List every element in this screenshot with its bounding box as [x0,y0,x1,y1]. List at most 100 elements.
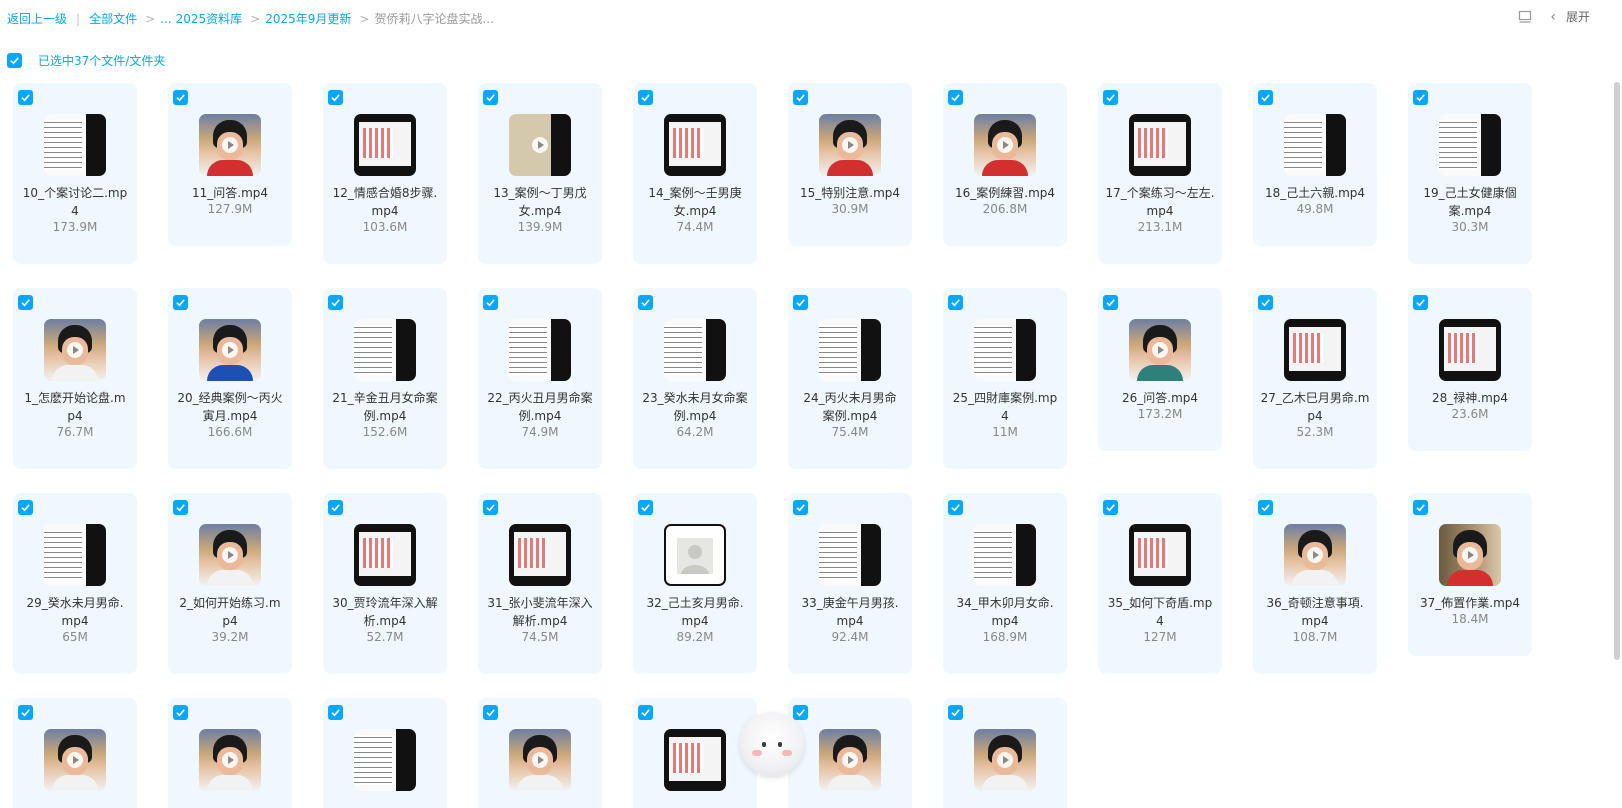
file-checkbox[interactable] [483,705,498,720]
file-checkbox[interactable] [18,295,33,310]
assistant-mascot-icon[interactable] [740,712,804,776]
file-checkbox[interactable] [18,90,33,105]
file-tile[interactable]: 36_奇顿注意事項. mp4 108.7M [1253,493,1377,674]
file-tile[interactable] [168,698,292,808]
selection-bar: 已选中37个文件/文件夹 [7,52,165,69]
file-checkbox[interactable] [483,90,498,105]
file-tile[interactable]: 35_如何下奇盾.mp 4 127M [1098,493,1222,674]
scrollbar[interactable] [1614,82,1620,660]
layout-toggle-icon[interactable] [1518,10,1532,24]
file-checkbox[interactable] [638,500,653,515]
file-tile[interactable]: 26_问答.mp4 173.2M [1098,288,1222,451]
file-checkbox[interactable] [1103,90,1118,105]
breadcrumb-month[interactable]: 2025年9月更新 [265,10,351,27]
file-tile[interactable]: 29_癸水未月男命. mp4 65M [13,493,137,674]
file-tile[interactable]: 18_己土六親.mp4 49.8M [1253,83,1377,246]
file-tile[interactable]: 37_佈置作業.mp4 18.4M [1408,493,1532,656]
file-tile[interactable]: 14_案例～壬男庚 女.mp4 74.4M [633,83,757,264]
file-checkbox[interactable] [483,500,498,515]
file-checkbox[interactable] [1258,295,1273,310]
file-tile[interactable]: 22_丙火丑月男命案 例.mp4 74.9M [478,288,602,469]
file-checkbox[interactable] [948,295,963,310]
chevron-left-icon[interactable]: ‹ [1550,9,1556,25]
file-tile[interactable] [943,698,1067,808]
file-tile[interactable]: 33_庚金午月男孩. mp4 92.4M [788,493,912,674]
file-name-line: 20_经典案例～丙火 [177,391,283,405]
breadcrumb-all-files[interactable]: 全部文件 [89,10,137,27]
file-name-line: 例.mp4 [673,409,717,423]
file-tile[interactable] [323,698,447,808]
file-checkbox[interactable] [173,90,188,105]
expand-button[interactable]: 展开 [1566,8,1590,25]
file-checkbox[interactable] [173,500,188,515]
file-name-line: 4 [1001,409,1009,423]
file-checkbox[interactable] [173,295,188,310]
mascot-cheek [782,750,792,756]
file-tile[interactable]: 2_如何开始练习.m p4 39.2M [168,493,292,674]
file-tile[interactable] [478,698,602,808]
file-checkbox[interactable] [18,705,33,720]
file-checkbox[interactable] [1413,295,1428,310]
file-checkbox[interactable] [638,705,653,720]
file-tile[interactable]: 17_个案练习～左左. mp4 213.1M [1098,83,1222,264]
file-tile[interactable]: 24_丙火未月男命 案例.mp4 75.4M [788,288,912,469]
file-name: 18_己土六親.mp4 [1257,184,1373,202]
file-checkbox[interactable] [328,500,343,515]
video-thumbnail [354,524,416,586]
file-tile[interactable]: 32_己土亥月男命. mp4 89.2M [633,493,757,674]
file-tile[interactable]: 15_特别注意.mp4 30.9M [788,83,912,246]
file-checkbox[interactable] [793,705,808,720]
file-size: 52.3M [1296,425,1334,439]
file-name: 21_辛金丑月女命案 例.mp4 [327,389,443,425]
file-tile[interactable]: 34_甲木卯月女命. mp4 168.9M [943,493,1067,674]
file-checkbox[interactable] [638,90,653,105]
file-checkbox[interactable] [1413,500,1428,515]
file-checkbox[interactable] [793,90,808,105]
select-all-checkbox[interactable] [7,53,22,68]
file-tile[interactable]: 20_经典案例～丙火 寅月.mp4 166.6M [168,288,292,469]
file-tile[interactable]: 1_怎麽开始论盘.m p4 76.7M [13,288,137,469]
file-checkbox[interactable] [328,90,343,105]
file-tile[interactable]: 27_乙木巳月男命.m p4 52.3M [1253,288,1377,469]
file-tile[interactable]: 13_案例～丁男戊 女.mp4 139.9M [478,83,602,264]
file-checkbox[interactable] [1413,90,1428,105]
file-checkbox[interactable] [1258,90,1273,105]
file-checkbox[interactable] [793,295,808,310]
file-checkbox[interactable] [793,500,808,515]
file-tile[interactable]: 16_案例練習.mp4 206.8M [943,83,1067,246]
check-icon [486,504,495,512]
file-checkbox[interactable] [638,295,653,310]
file-checkbox[interactable] [1103,500,1118,515]
file-tile[interactable]: 25_四財庫案例.mp 4 11M [943,288,1067,469]
file-tile[interactable] [633,698,757,808]
file-name: 16_案例練習.mp4 [947,184,1063,202]
file-checkbox[interactable] [173,705,188,720]
file-name-line: 例.mp4 [518,409,562,423]
back-link[interactable]: 返回上一级 [7,10,67,27]
file-tile[interactable] [788,698,912,808]
file-tile[interactable]: 23_癸水未月女命案 例.mp4 64.2M [633,288,757,469]
file-tile[interactable] [13,698,137,808]
file-checkbox[interactable] [328,295,343,310]
breadcrumb-ellipsis[interactable]: ... [160,12,171,26]
file-checkbox[interactable] [948,500,963,515]
file-tile[interactable]: 12_情感合婚8步骤. mp4 103.6M [323,83,447,264]
file-name: 22_丙火丑月男命案 例.mp4 [482,389,598,425]
file-tile[interactable]: 31_张小斐流年深入 解析.mp4 74.5M [478,493,602,674]
file-checkbox[interactable] [328,705,343,720]
file-checkbox[interactable] [948,705,963,720]
file-checkbox[interactable] [483,295,498,310]
file-tile[interactable]: 28_禄神.mp4 23.6M [1408,288,1532,451]
file-tile[interactable]: 10_个案讨论二.mp 4 173.9M [13,83,137,264]
file-checkbox[interactable] [1258,500,1273,515]
breadcrumb-library[interactable]: 2025资料库 [176,10,243,27]
check-icon [796,709,805,717]
file-tile[interactable]: 30_贾玲流年深入解 析.mp4 52.7M [323,493,447,674]
file-name: 35_如何下奇盾.mp 4 [1102,594,1218,630]
file-checkbox[interactable] [18,500,33,515]
file-tile[interactable]: 19_己土女健康個 案.mp4 30.3M [1408,83,1532,264]
file-checkbox[interactable] [948,90,963,105]
file-checkbox[interactable] [1103,295,1118,310]
file-tile[interactable]: 11_问答.mp4 127.9M [168,83,292,246]
file-tile[interactable]: 21_辛金丑月女命案 例.mp4 152.6M [323,288,447,469]
